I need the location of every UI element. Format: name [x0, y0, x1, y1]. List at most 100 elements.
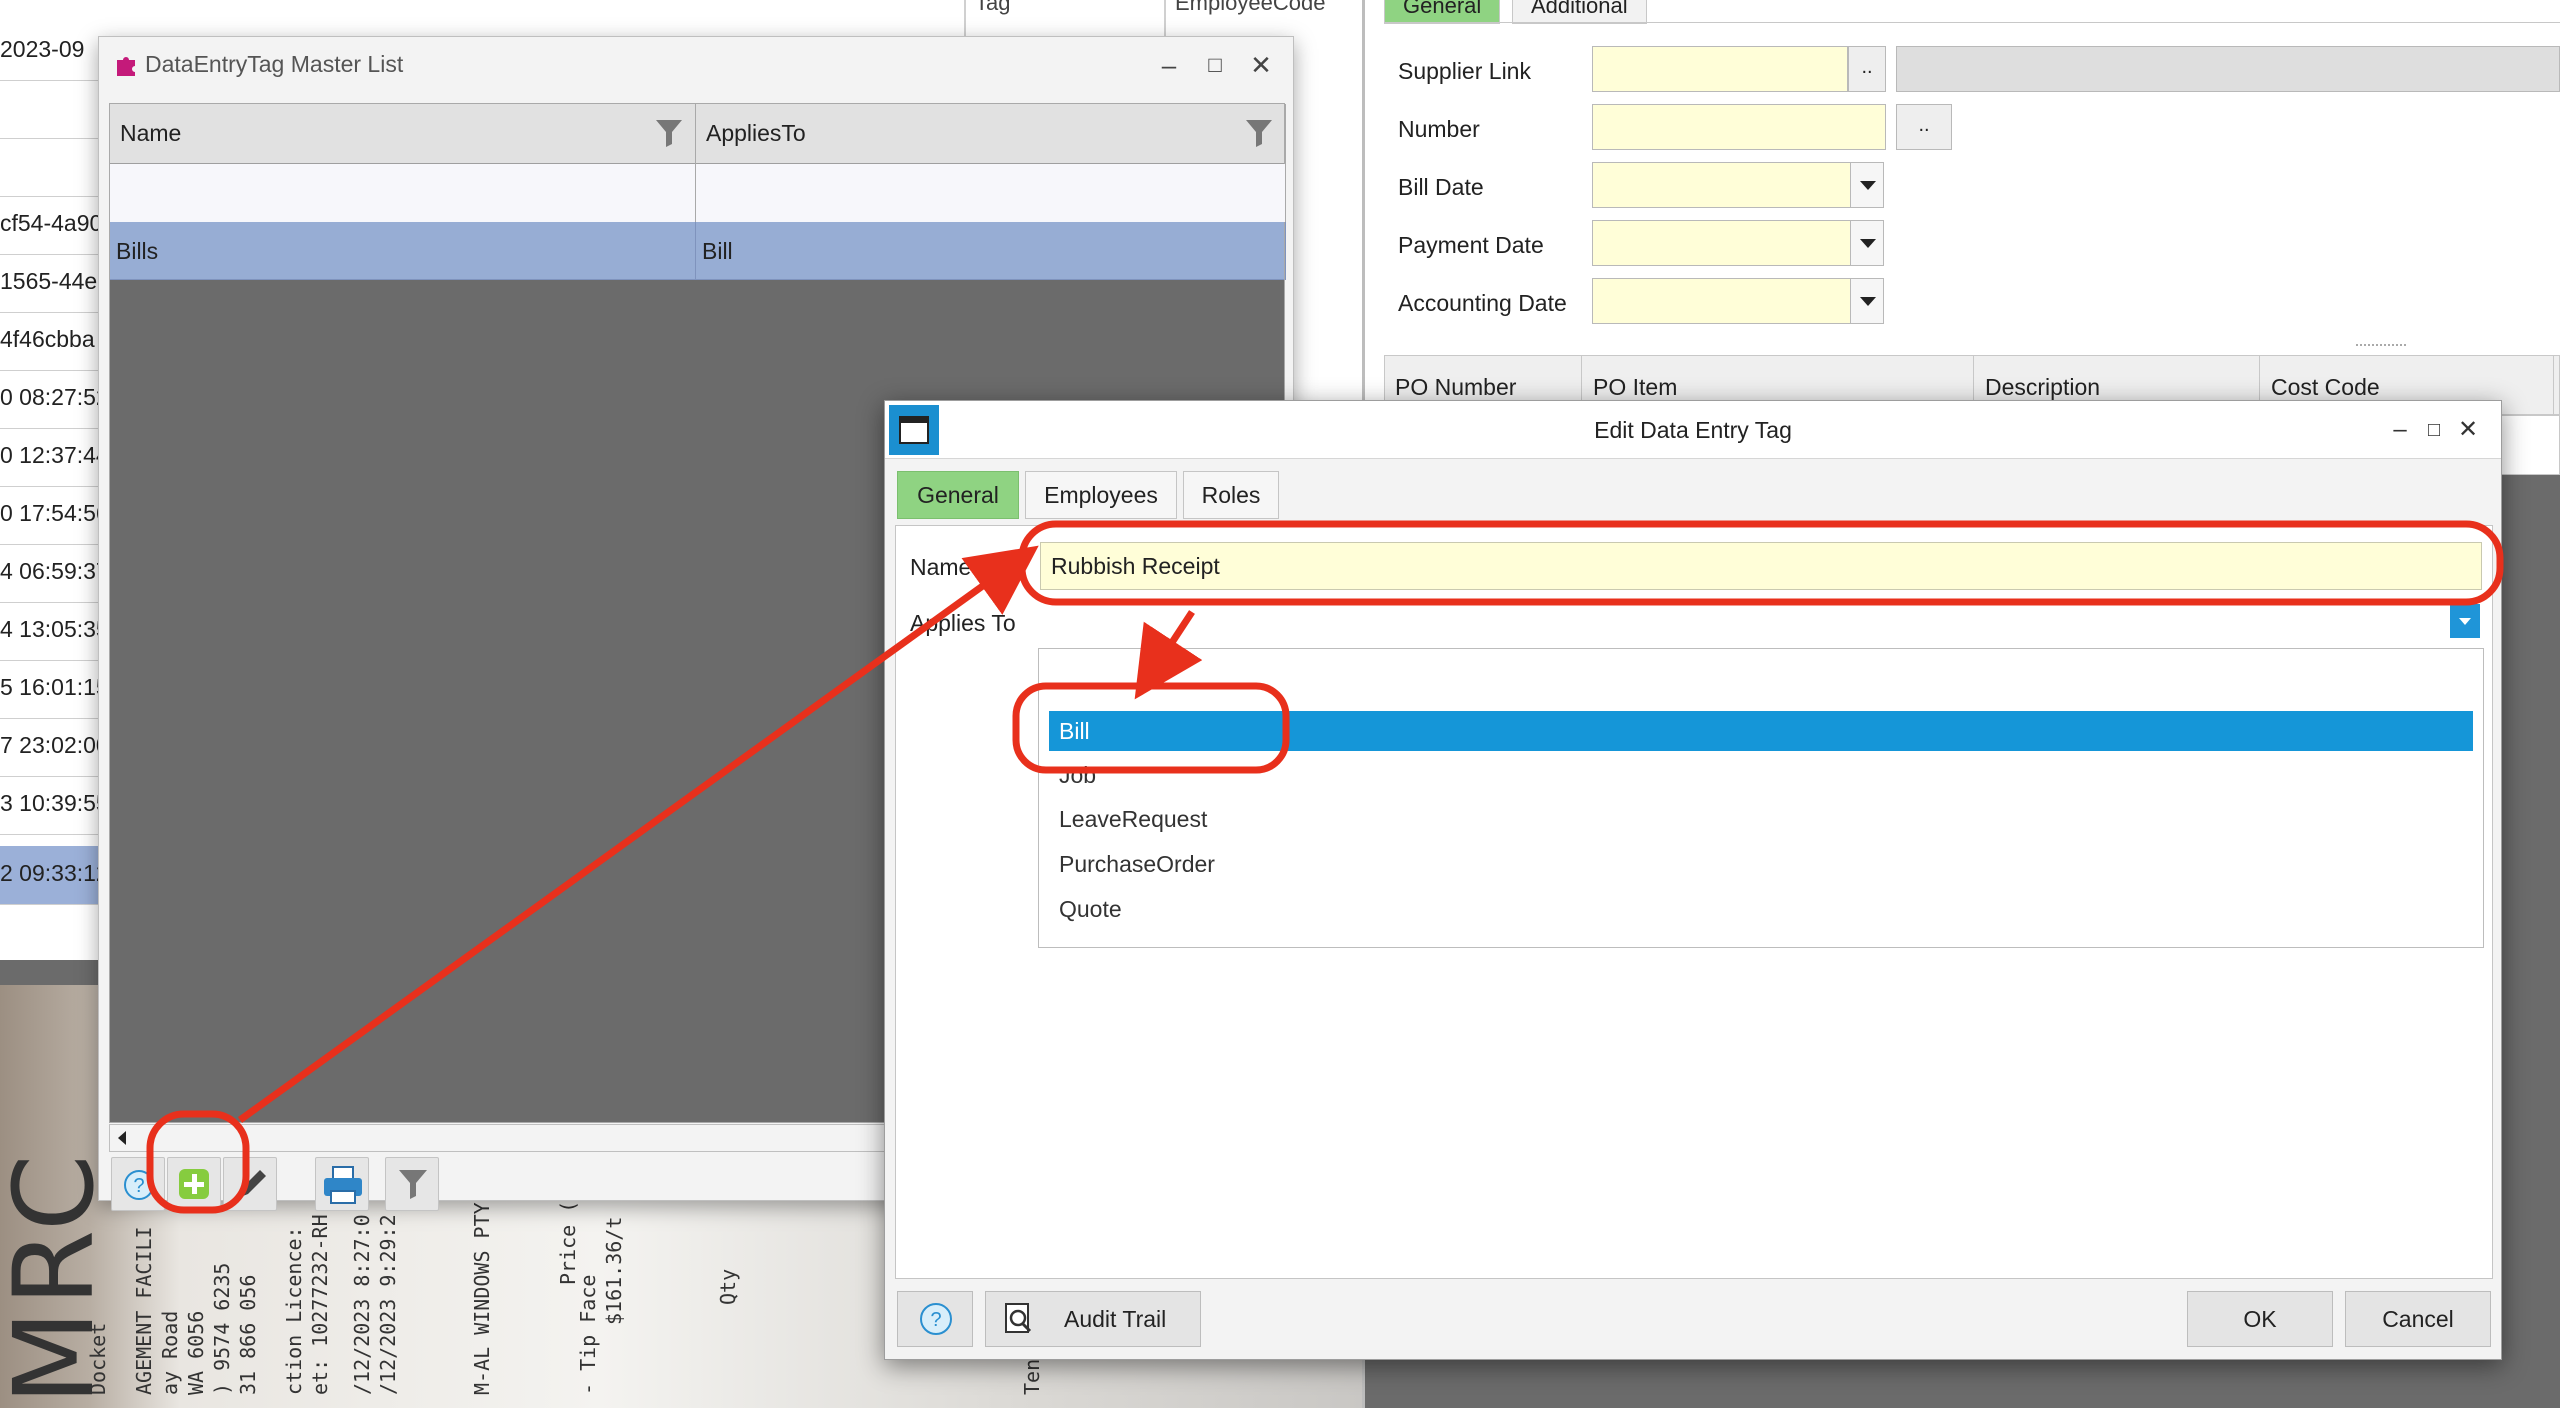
list-item[interactable]: 2023-09	[0, 22, 100, 81]
list-item[interactable]: 0 12:37:44	[0, 428, 100, 487]
payment-date-label: Payment Date	[1398, 232, 1544, 258]
dialog-body: Name Applies To Bill Job LeaveRequest Pu…	[895, 525, 2493, 1279]
cell-applies-to: Bill	[696, 222, 1286, 280]
column-header-employee-code[interactable]: EmployeeCode	[1175, 0, 1325, 16]
table-row[interactable]: Bills Bill	[110, 222, 1286, 280]
number-field[interactable]	[1592, 104, 1886, 150]
list-item[interactable]: 0 08:27:52	[0, 370, 100, 429]
receipt-line: /12/2023 9:29:2	[376, 1214, 400, 1395]
master-list-titlebar[interactable]: DataEntryTag Master List – □ ✕	[99, 37, 1293, 93]
scroll-left-icon[interactable]	[114, 1129, 132, 1147]
dropdown-option[interactable]: Job	[1049, 755, 2473, 795]
list-item[interactable]: 1565-44e	[0, 254, 100, 313]
list-item[interactable]	[0, 80, 100, 139]
dropdown-option[interactable]: LeaveRequest	[1049, 799, 2473, 839]
dropdown-option[interactable]: Quote	[1049, 889, 2473, 929]
list-item[interactable]: 0 17:54:56	[0, 486, 100, 545]
supplier-link-browse-button[interactable]: ..	[1848, 46, 1886, 92]
name-filter-input[interactable]	[110, 164, 696, 222]
tab-general[interactable]: General	[897, 471, 1019, 519]
receipt-line: M-AL WINDOWS PTY	[470, 1202, 494, 1395]
column-header-tag[interactable]: Tag	[975, 0, 1010, 16]
number-label: Number	[1398, 116, 1480, 142]
add-button[interactable]	[167, 1157, 221, 1211]
receipt-line: ction Licence:	[282, 1226, 306, 1395]
column-divider	[2553, 356, 2554, 416]
tab-employees[interactable]: Employees	[1025, 471, 1177, 519]
column-header-applies-to[interactable]: AppliesTo	[696, 104, 1286, 164]
filter-icon[interactable]	[655, 118, 683, 148]
svg-text:?: ?	[133, 1175, 144, 1197]
close-button[interactable]: ✕	[1239, 45, 1283, 85]
filter-button[interactable]	[385, 1157, 439, 1211]
tab-additional[interactable]: Additional	[1512, 0, 1647, 24]
maximize-button[interactable]: □	[2419, 413, 2449, 447]
master-list-title: DataEntryTag Master List	[145, 51, 404, 77]
column-header-description[interactable]: Description	[1985, 374, 2100, 401]
list-item[interactable]	[0, 138, 100, 197]
receipt-line: - Tip Face	[576, 1274, 600, 1395]
name-field[interactable]	[1040, 542, 2482, 590]
list-item[interactable]: cf54-4a90	[0, 196, 100, 255]
filter-icon[interactable]	[1245, 118, 1273, 148]
accounting-date-field[interactable]	[1592, 278, 1852, 324]
dropdown-option[interactable]: PurchaseOrder	[1049, 844, 2473, 884]
minimize-button[interactable]: –	[1147, 45, 1191, 85]
payment-date-dropdown-button[interactable]	[1850, 220, 1884, 266]
add-icon	[179, 1169, 209, 1199]
column-header-name[interactable]: Name	[110, 104, 696, 164]
column-header-cost-code[interactable]: Cost Code	[2271, 374, 2380, 401]
applies-to-filter-input[interactable]	[696, 164, 1286, 222]
help-button[interactable]: ?	[111, 1157, 165, 1211]
help-icon: ?	[920, 1303, 952, 1335]
dropdown-option-selected[interactable]: Bill	[1049, 711, 2473, 751]
bill-date-dropdown-button[interactable]	[1850, 162, 1884, 208]
edit-button[interactable]	[223, 1157, 277, 1211]
cancel-button[interactable]: Cancel	[2345, 1291, 2491, 1347]
tab-general[interactable]: General	[1384, 0, 1501, 24]
tab-roles[interactable]: Roles	[1183, 471, 1279, 519]
list-item[interactable]: 4 06:59:37	[0, 544, 100, 603]
grid-header: Name AppliesTo	[110, 104, 1286, 164]
ok-button[interactable]: OK	[2187, 1291, 2333, 1347]
supplier-link-field[interactable]	[1592, 46, 1848, 92]
accounting-date-dropdown-button[interactable]	[1850, 278, 1884, 324]
help-button[interactable]: ?	[897, 1291, 973, 1347]
column-header-po-item[interactable]: PO Item	[1593, 374, 1677, 401]
receipt-line: WA 6056	[184, 1310, 208, 1395]
receipt-line: /12/2023 8:27:0	[350, 1214, 374, 1395]
print-button[interactable]	[315, 1157, 369, 1211]
payment-date-field[interactable]	[1592, 220, 1852, 266]
chevron-down-icon[interactable]	[2450, 604, 2480, 638]
list-item[interactable]: 4f46cbba	[0, 312, 100, 371]
receipt-line: Qty	[716, 1268, 740, 1305]
dialog-titlebar[interactable]: Edit Data Entry Tag – □ ✕	[885, 401, 2501, 459]
bill-date-label: Bill Date	[1398, 174, 1484, 200]
list-item[interactable]: 5 16:01:15	[0, 660, 100, 719]
tab-divider	[1384, 22, 2560, 23]
dropdown-option[interactable]	[1049, 655, 2473, 695]
audit-trail-button[interactable]: Audit Trail	[985, 1291, 1201, 1347]
receipt-line: $161.36/t	[602, 1216, 626, 1325]
printer-icon	[324, 1166, 362, 1204]
supplier-name-display	[1896, 46, 2560, 92]
receipt-line: 31 866 056	[236, 1274, 260, 1395]
minimize-button[interactable]: –	[2385, 413, 2415, 447]
list-item[interactable]: 4 13:05:35	[0, 602, 100, 661]
list-item-selected[interactable]: 2 09:33:12	[0, 846, 100, 905]
applies-to-select[interactable]	[1040, 598, 2482, 644]
close-button[interactable]: ✕	[2453, 413, 2483, 447]
filter-icon	[399, 1170, 427, 1199]
receipt-line: ) 9574 6235	[210, 1262, 234, 1395]
list-item[interactable]: 7 23:02:00	[0, 718, 100, 777]
splitter-grip[interactable]	[2356, 344, 2406, 348]
maximize-button[interactable]: □	[1193, 45, 1237, 85]
receipt-line: et: 10277232-RH	[308, 1214, 332, 1395]
accounting-date-label: Accounting Date	[1398, 290, 1567, 316]
receipt-line: AGEMENT FACILI	[132, 1226, 156, 1395]
column-header-po-number[interactable]: PO Number	[1395, 374, 1516, 401]
bill-date-field[interactable]	[1592, 162, 1852, 208]
list-item[interactable]: 3 10:39:55	[0, 776, 100, 835]
receipt-line: Docket	[86, 1322, 110, 1395]
number-browse-button[interactable]: ..	[1896, 104, 1952, 150]
